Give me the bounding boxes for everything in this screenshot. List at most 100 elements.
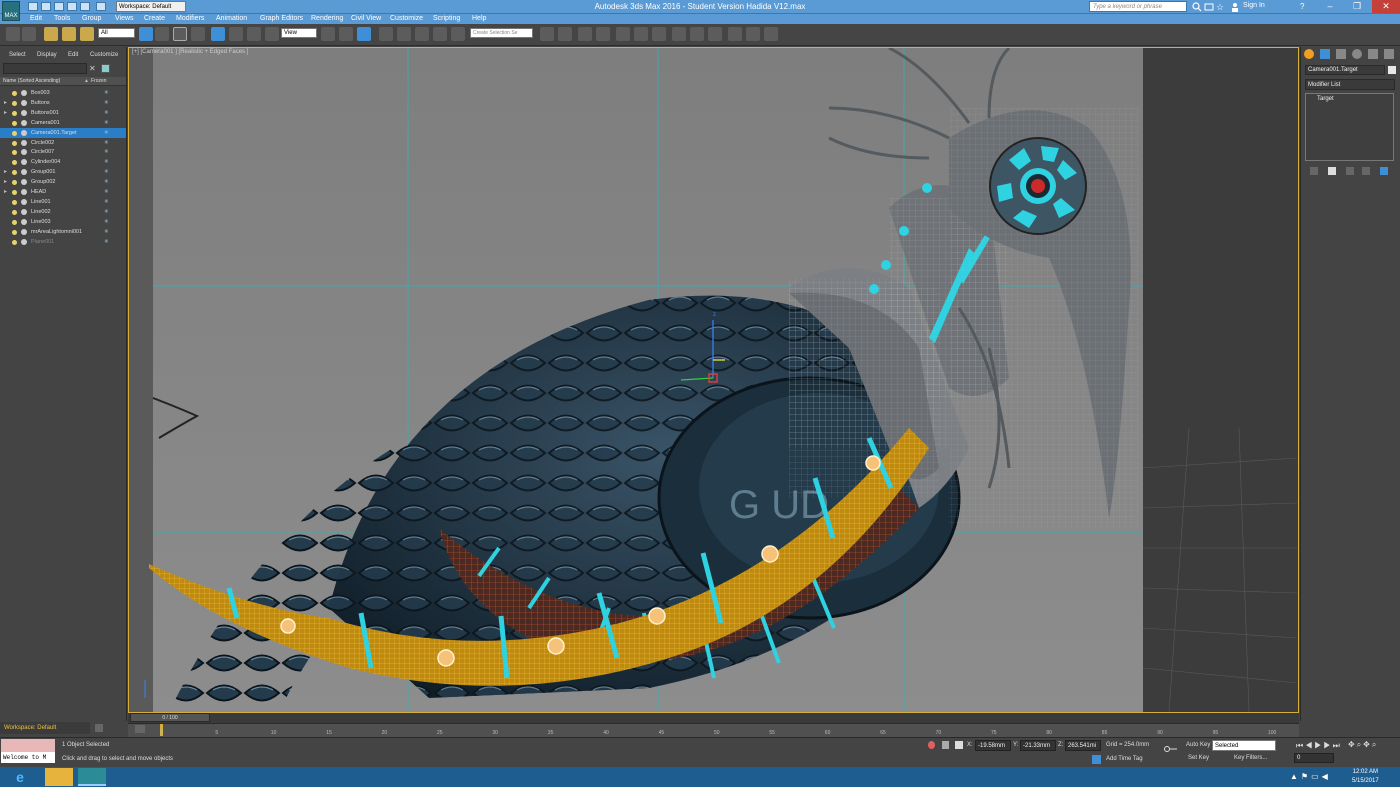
select-manipulate-icon[interactable] (339, 27, 353, 41)
redo-icon[interactable] (22, 27, 36, 41)
align-icon[interactable] (558, 27, 572, 41)
menu-animation[interactable]: Animation (216, 14, 247, 24)
absolute-mode-icon[interactable] (955, 741, 963, 749)
expand-arrow-icon[interactable]: ▸ (4, 108, 7, 118)
time-slider-thumb[interactable]: 0 / 100 (130, 713, 210, 722)
expand-arrow-icon[interactable]: ▸ (4, 187, 7, 197)
workspace-selector[interactable]: Workspace: Default (0, 722, 90, 734)
visibility-bulb-icon[interactable] (12, 170, 17, 176)
playback-controls[interactable]: ⏮◀▶▶⏭ (1296, 741, 1342, 751)
maximize-button[interactable]: ❐ (1345, 0, 1369, 13)
undo-icon[interactable] (6, 27, 20, 41)
render-setup-icon[interactable] (672, 27, 686, 41)
visibility-bulb-icon[interactable] (12, 219, 17, 225)
remove-modifier-icon[interactable] (1362, 167, 1370, 175)
column-frozen-header[interactable]: Frozen (91, 77, 107, 86)
explorer-row[interactable]: Camera001.Target ✳ (0, 127, 126, 138)
explorer-row[interactable]: ▸ Group002 ✳ (0, 177, 126, 187)
explorer-row[interactable]: ▸ Buttons ✳ (0, 98, 126, 108)
set-key-icon[interactable] (1164, 745, 1178, 753)
select-and-rotate-icon[interactable] (229, 27, 243, 41)
expand-arrow-icon[interactable]: ▸ (4, 98, 7, 108)
utilities-tab-icon[interactable] (1384, 49, 1394, 59)
communication-center-icon[interactable] (1204, 2, 1214, 12)
visibility-bulb-icon[interactable] (12, 110, 17, 116)
taskbar-clock[interactable]: 12:02 AM 5/15/2017 (1352, 768, 1379, 786)
explorer-row[interactable]: Cylinder004 ✳ (0, 157, 126, 167)
explorer-search-input[interactable] (3, 63, 87, 74)
frozen-toggle-icon[interactable]: ✳ (104, 177, 109, 187)
viewport-navigation-controls[interactable]: ✥⌕✥⌕ (1348, 740, 1378, 750)
viewport-label[interactable]: [+] [Camera001 ] [Realistic + Edged Face… (132, 49, 248, 55)
close-button[interactable]: ✕ (1372, 0, 1400, 13)
visibility-bulb-icon[interactable] (12, 190, 17, 195)
frozen-toggle-icon[interactable]: ✳ (104, 237, 109, 247)
frozen-toggle-icon[interactable]: ✳ (104, 187, 109, 197)
column-name-header[interactable]: Name (Sorted Ascending) (3, 77, 60, 86)
select-and-move-icon[interactable] (211, 27, 225, 41)
visibility-bulb-icon[interactable] (12, 100, 17, 106)
explorer-tab-select[interactable]: Select (9, 52, 26, 58)
menu-graph-editors[interactable]: Graph Editors (260, 14, 303, 24)
sort-ascending-icon[interactable]: ▲ (84, 77, 89, 86)
modify-tab-icon[interactable] (1320, 49, 1330, 59)
frozen-toggle-icon[interactable]: ✳ (104, 88, 109, 98)
explorer-tab-edit[interactable]: Edit (68, 52, 78, 58)
show-end-result-icon[interactable] (1328, 167, 1336, 175)
key-selection-dropdown[interactable]: Selected (1212, 740, 1276, 751)
explorer-row[interactable]: Line001 ✳ (0, 197, 126, 207)
3ds-max-taskbar-icon[interactable] (78, 768, 106, 786)
frozen-toggle-icon[interactable]: ✳ (104, 128, 109, 138)
menu-help[interactable]: Help (472, 14, 486, 24)
reference-coordinate-dropdown[interactable]: View (281, 28, 317, 38)
frozen-toggle-icon[interactable]: ✳ (104, 197, 109, 207)
internet-explorer-icon[interactable]: e (10, 768, 30, 786)
mini-curve-editor-icon[interactable] (135, 725, 145, 733)
minimize-button[interactable]: – (1318, 0, 1342, 13)
explorer-tab-customize[interactable]: Customize (90, 52, 118, 58)
render-in-cloud-icon[interactable] (746, 27, 760, 41)
auto-key-button[interactable]: Auto Key (1186, 742, 1210, 748)
keyword-search-input[interactable]: Type a keyword or phrase (1089, 1, 1187, 12)
visibility-bulb-icon[interactable] (12, 150, 17, 156)
select-object-icon[interactable] (139, 27, 153, 41)
menu-modifiers[interactable]: Modifiers (176, 14, 204, 24)
x-coordinate-field[interactable]: -19.58mm (975, 740, 1011, 751)
frozen-toggle-icon[interactable]: ✳ (104, 217, 109, 227)
visibility-bulb-icon[interactable] (12, 199, 17, 205)
frozen-toggle-icon[interactable]: ✳ (104, 227, 109, 237)
time-tag-icon[interactable] (1092, 755, 1101, 764)
visibility-bulb-icon[interactable] (12, 209, 17, 215)
render-production-icon[interactable] (708, 27, 722, 41)
visibility-bulb-icon[interactable] (12, 91, 17, 96)
modifier-list-dropdown[interactable]: Modifier List (1305, 79, 1395, 90)
hierarchy-tab-icon[interactable] (1336, 49, 1346, 59)
modifier-stack-item[interactable]: Target (1307, 95, 1392, 103)
select-by-name-icon[interactable] (155, 27, 169, 41)
menu-views[interactable]: Views (115, 14, 134, 24)
system-tray-icons[interactable]: ▲⚑▭◀ (1290, 772, 1331, 781)
explorer-row[interactable]: Line002 ✳ (0, 207, 126, 217)
explorer-row[interactable]: ▸ Buttons001 ✳ (0, 108, 126, 118)
curve-editor-icon[interactable] (616, 27, 630, 41)
help-icon[interactable]: ? (1300, 2, 1310, 12)
menu-group[interactable]: Group (82, 14, 101, 24)
frozen-toggle-icon[interactable]: ✳ (104, 157, 109, 167)
create-tab-icon[interactable] (1304, 49, 1314, 59)
percent-snap-icon[interactable] (415, 27, 429, 41)
display-tab-icon[interactable] (1368, 49, 1378, 59)
add-time-tag-button[interactable]: Add Time Tag (1106, 756, 1143, 762)
explorer-row[interactable]: Line003 ✳ (0, 217, 126, 227)
sign-in-link[interactable]: Sign In (1243, 2, 1265, 9)
selection-lock-icon[interactable] (942, 741, 949, 749)
explorer-row[interactable]: Circle007 ✳ (0, 147, 126, 157)
keyboard-shortcut-override-icon[interactable] (357, 27, 371, 41)
explorer-row[interactable]: Box003 ✳ (0, 88, 126, 98)
selection-filter-dropdown[interactable]: All (98, 28, 135, 38)
explorer-tab-display[interactable]: Display (37, 52, 57, 58)
visibility-bulb-icon[interactable] (12, 140, 17, 146)
expand-arrow-icon[interactable]: ▸ (4, 167, 7, 177)
visibility-bulb-icon[interactable] (12, 130, 17, 136)
unlink-icon[interactable] (62, 27, 76, 41)
frozen-toggle-icon[interactable]: ✳ (104, 138, 109, 148)
